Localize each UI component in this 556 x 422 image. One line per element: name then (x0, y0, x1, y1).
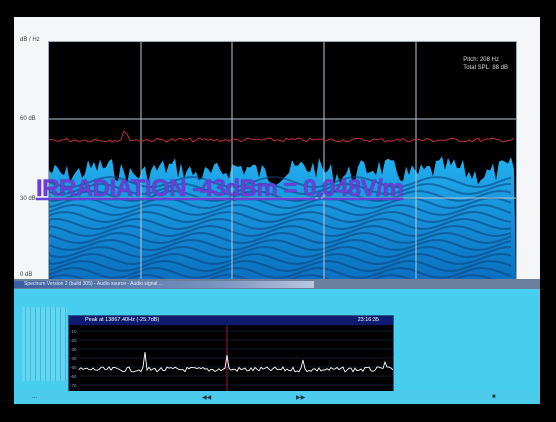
mini-tick-label: -60 (70, 374, 77, 379)
mini-spectrum-line (78, 351, 393, 373)
mini-tick-label: -50 (70, 365, 77, 370)
mini-tick-label: -20 (70, 338, 77, 343)
y-tick-60: 60 dB (20, 116, 36, 122)
mini-tick-label: -40 (70, 356, 77, 361)
level-meter-strip (22, 307, 67, 381)
spl-readout: Total SPL: 88 dB (463, 65, 508, 71)
meter-bar (50, 307, 51, 381)
plot-info-box: Pitch: 208 Hz Total SPL: 88 dB (463, 56, 508, 72)
average-level-line (49, 130, 515, 143)
mini-tick-label: -30 (70, 347, 77, 352)
peak-readout: Peak at 13867.40Hz (-25.7dB) (85, 317, 160, 323)
irradiation-caption: IRRADIATION -43dBm = 0,048V/m (36, 175, 404, 202)
mini-spectrum-header: Peak at 13867.40Hz (-25.7dB) 23:16:35 (69, 316, 393, 325)
rewind-icon[interactable]: ◀◀ (202, 394, 211, 401)
y-tick-30: 30 dB (20, 196, 36, 202)
pitch-readout: Pitch: 208 Hz (463, 57, 499, 63)
spectrum-plot[interactable]: Pitch: 208 Hz Total SPL: 88 dB (48, 41, 517, 280)
monitor-screen: dB / Hz 60 dB 30 dB 0 dB Pitch: 208 Hz T… (14, 17, 540, 404)
lower-analyzer-window: Peak at 13867.40Hz (-25.7dB) 23:16:35 -1… (14, 289, 540, 404)
y-axis-unit-label: dB / Hz (20, 37, 40, 43)
meter-bar (45, 307, 46, 381)
y-tick-0: 0 dB (20, 272, 33, 278)
mini-tick-label: -10 (70, 329, 77, 334)
stop-icon[interactable]: ■ (492, 394, 496, 400)
forward-icon[interactable]: ▶▶ (296, 394, 305, 401)
meter-bar (35, 307, 36, 381)
y-axis: dB / Hz 60 dB 30 dB 0 dB (14, 17, 48, 279)
spectrum-canvas (49, 42, 516, 279)
meter-bar (65, 307, 66, 381)
meter-bar (60, 307, 61, 381)
status-bar: ... ◀◀ ▶▶ ■ (14, 391, 540, 404)
meter-bar (30, 307, 31, 381)
status-left: ... (32, 394, 38, 400)
mini-spectrum-plot[interactable]: Peak at 13867.40Hz (-25.7dB) 23:16:35 -1… (68, 315, 394, 399)
mini-tick-label: -70 (70, 383, 77, 388)
spectrum-analyzer-window: dB / Hz 60 dB 30 dB 0 dB Pitch: 208 Hz T… (14, 17, 540, 283)
mini-spectrum-canvas: -10 -20 -30 -40 -50 -60 -70 (70, 325, 393, 398)
clock-readout: 23:16:35 (357, 317, 379, 323)
lower-window-title-bar[interactable]: Spectrum Version 2 (build 305) - Audio s… (14, 281, 314, 288)
meter-bar (40, 307, 41, 381)
meter-bar (55, 307, 56, 381)
meter-bar (25, 307, 26, 381)
